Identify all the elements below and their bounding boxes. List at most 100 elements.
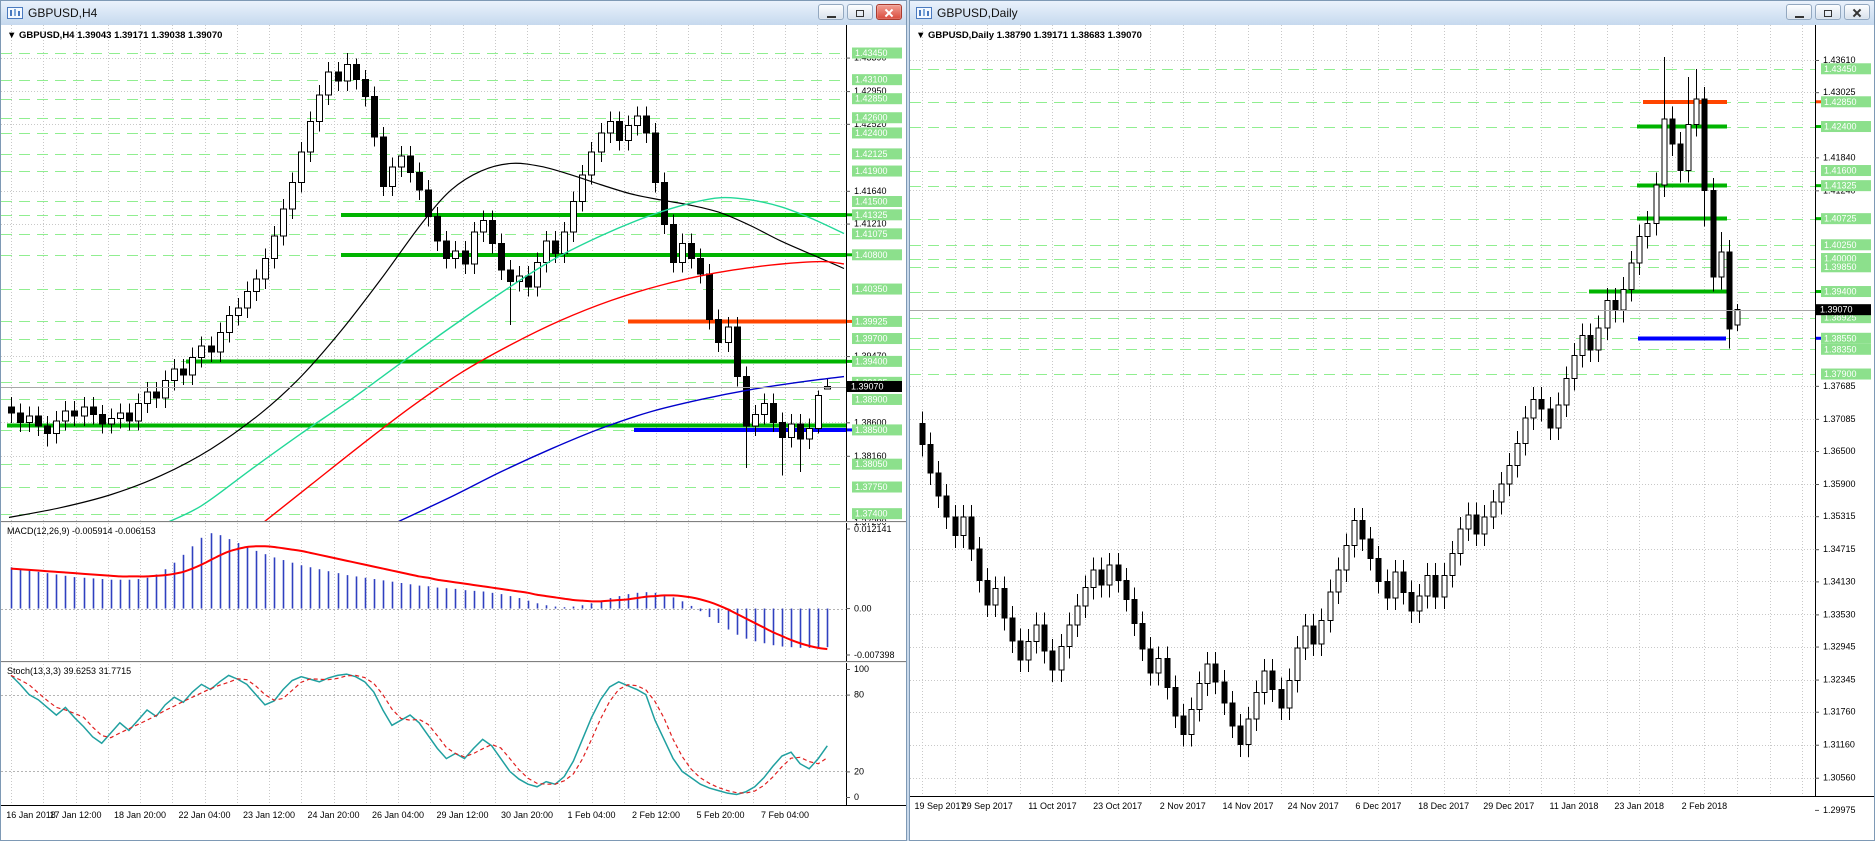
svg-text:1.38550: 1.38550 bbox=[1824, 333, 1857, 343]
svg-text:1.39850: 1.39850 bbox=[1824, 262, 1857, 272]
ohlc-readout: ▼ GBPUSD,H4 1.39043 1.39171 1.39038 1.39… bbox=[7, 30, 222, 41]
svg-text:20: 20 bbox=[854, 766, 864, 776]
svg-text:1.38900: 1.38900 bbox=[855, 394, 888, 404]
mdi-workspace: GBPUSD,H4 1.433901.429501.425201.416401.… bbox=[0, 0, 1875, 841]
svg-text:1.41840: 1.41840 bbox=[1823, 152, 1856, 162]
svg-text:1.42125: 1.42125 bbox=[855, 149, 888, 159]
chart-icon bbox=[916, 7, 932, 19]
svg-text:1 Feb 04:00: 1 Feb 04:00 bbox=[567, 810, 615, 820]
svg-text:1.35900: 1.35900 bbox=[1823, 479, 1856, 489]
svg-text:1.37685: 1.37685 bbox=[1823, 381, 1856, 391]
svg-text:1.37085: 1.37085 bbox=[1823, 414, 1856, 424]
svg-text:1.40250: 1.40250 bbox=[1824, 240, 1857, 250]
svg-text:1.39925: 1.39925 bbox=[855, 316, 888, 326]
chart-canvas-h4[interactable]: 1.433901.429501.425201.416401.412101.394… bbox=[1, 25, 906, 840]
restore-button[interactable] bbox=[847, 4, 873, 20]
svg-text:1.41500: 1.41500 bbox=[855, 196, 888, 206]
chart-window-gbpusd-h4: GBPUSD,H4 1.433901.429501.425201.416401.… bbox=[0, 0, 907, 841]
window-titlebar[interactable]: GBPUSD,Daily bbox=[910, 1, 1874, 26]
svg-text:1.33530: 1.33530 bbox=[1823, 609, 1856, 619]
svg-text:11 Jan 2018: 11 Jan 2018 bbox=[1550, 801, 1599, 811]
svg-text:2 Feb 12:00: 2 Feb 12:00 bbox=[632, 810, 680, 820]
close-icon bbox=[1852, 8, 1862, 18]
svg-text:1.40725: 1.40725 bbox=[1824, 214, 1857, 224]
svg-text:1.41325: 1.41325 bbox=[855, 210, 888, 220]
svg-text:1.38350: 1.38350 bbox=[1824, 344, 1857, 354]
chart-window-gbpusd-daily: GBPUSD,Daily 1.436101.430251.418401.4124… bbox=[909, 0, 1875, 841]
svg-text:0.00: 0.00 bbox=[854, 604, 872, 614]
svg-text:1.43450: 1.43450 bbox=[1824, 64, 1857, 74]
price-axis bbox=[1816, 25, 1874, 840]
svg-text:18 Dec 2017: 18 Dec 2017 bbox=[1418, 801, 1469, 811]
svg-text:1.40800: 1.40800 bbox=[855, 250, 888, 260]
svg-text:17 Jan 12:00: 17 Jan 12:00 bbox=[49, 810, 101, 820]
svg-text:1.32945: 1.32945 bbox=[1823, 642, 1856, 652]
svg-text:1.42400: 1.42400 bbox=[855, 128, 888, 138]
svg-text:24 Nov 2017: 24 Nov 2017 bbox=[1288, 801, 1339, 811]
svg-text:29 Sep 2017: 29 Sep 2017 bbox=[962, 801, 1013, 811]
minimize-icon bbox=[1794, 15, 1804, 18]
macd-label: MACD(12,26,9) -0.005914 -0.006153 bbox=[7, 526, 156, 536]
svg-text:1.41640: 1.41640 bbox=[854, 186, 887, 196]
chart-svg: 1.433901.429501.425201.416401.412101.394… bbox=[1, 25, 906, 840]
svg-text:16 Jan 2018: 16 Jan 2018 bbox=[6, 810, 56, 820]
svg-text:1.37400: 1.37400 bbox=[855, 509, 888, 519]
svg-text:1.34130: 1.34130 bbox=[1823, 576, 1856, 586]
svg-text:1.30560: 1.30560 bbox=[1823, 773, 1856, 783]
svg-text:2 Feb 2018: 2 Feb 2018 bbox=[1682, 801, 1728, 811]
close-icon bbox=[884, 8, 894, 18]
svg-text:2 Nov 2017: 2 Nov 2017 bbox=[1160, 801, 1206, 811]
svg-text:1.40350: 1.40350 bbox=[855, 284, 888, 294]
svg-text:29 Dec 2017: 29 Dec 2017 bbox=[1483, 801, 1534, 811]
svg-text:29 Jan 12:00: 29 Jan 12:00 bbox=[436, 810, 488, 820]
svg-text:1.39400: 1.39400 bbox=[1824, 287, 1857, 297]
svg-text:80: 80 bbox=[854, 690, 864, 700]
svg-text:1.38050: 1.38050 bbox=[855, 459, 888, 469]
minimize-button[interactable] bbox=[818, 4, 844, 20]
window-titlebar[interactable]: GBPUSD,H4 bbox=[1, 1, 906, 26]
svg-text:18 Jan 20:00: 18 Jan 20:00 bbox=[114, 810, 166, 820]
svg-text:-0.007398: -0.007398 bbox=[854, 650, 895, 660]
chart-svg: 1.436101.430251.418401.412401.376851.370… bbox=[910, 25, 1874, 840]
svg-text:1.39400: 1.39400 bbox=[855, 356, 888, 366]
svg-text:1.34715: 1.34715 bbox=[1823, 544, 1856, 554]
svg-text:26 Jan 04:00: 26 Jan 04:00 bbox=[372, 810, 424, 820]
svg-text:11 Oct 2017: 11 Oct 2017 bbox=[1028, 801, 1076, 811]
close-button[interactable] bbox=[876, 4, 902, 20]
svg-text:24 Jan 20:00: 24 Jan 20:00 bbox=[307, 810, 359, 820]
svg-text:1.43450: 1.43450 bbox=[855, 48, 888, 58]
svg-text:1.41075: 1.41075 bbox=[855, 229, 888, 239]
svg-text:1.31160: 1.31160 bbox=[1823, 740, 1855, 750]
close-button[interactable] bbox=[1844, 4, 1870, 20]
svg-text:23 Jan 2018: 23 Jan 2018 bbox=[1614, 801, 1664, 811]
chart-canvas-daily[interactable]: 1.436101.430251.418401.412401.376851.370… bbox=[910, 25, 1874, 840]
svg-text:19 Sep 2017: 19 Sep 2017 bbox=[914, 801, 965, 811]
chart-icon bbox=[7, 7, 23, 19]
svg-text:100: 100 bbox=[854, 664, 869, 674]
svg-text:23 Oct 2017: 23 Oct 2017 bbox=[1093, 801, 1142, 811]
window-title: GBPUSD,Daily bbox=[937, 6, 1018, 20]
svg-text:1.39070: 1.39070 bbox=[851, 382, 884, 392]
minimize-button[interactable] bbox=[1786, 4, 1812, 20]
svg-text:1.31760: 1.31760 bbox=[1823, 707, 1856, 717]
svg-text:6 Dec 2017: 6 Dec 2017 bbox=[1355, 801, 1401, 811]
svg-text:1.35315: 1.35315 bbox=[1823, 511, 1856, 521]
svg-text:1.42850: 1.42850 bbox=[1824, 97, 1857, 107]
svg-text:30 Jan 20:00: 30 Jan 20:00 bbox=[501, 810, 553, 820]
svg-text:14 Nov 2017: 14 Nov 2017 bbox=[1222, 801, 1273, 811]
svg-text:1.43100: 1.43100 bbox=[855, 75, 888, 85]
svg-text:1.37900: 1.37900 bbox=[1824, 369, 1857, 379]
svg-text:0: 0 bbox=[854, 792, 859, 802]
svg-text:1.42850: 1.42850 bbox=[855, 94, 888, 104]
svg-text:1.41900: 1.41900 bbox=[855, 166, 888, 176]
restore-button[interactable] bbox=[1815, 4, 1841, 20]
svg-text:1.43025: 1.43025 bbox=[1823, 87, 1856, 97]
svg-text:1.41325: 1.41325 bbox=[1824, 181, 1857, 191]
svg-text:1.41600: 1.41600 bbox=[1824, 166, 1857, 176]
restore-icon bbox=[1824, 10, 1832, 17]
svg-text:23 Jan 12:00: 23 Jan 12:00 bbox=[243, 810, 295, 820]
svg-text:1.38500: 1.38500 bbox=[855, 425, 888, 435]
svg-text:5 Feb 20:00: 5 Feb 20:00 bbox=[696, 810, 744, 820]
window-title: GBPUSD,H4 bbox=[28, 6, 98, 20]
svg-text:1.39700: 1.39700 bbox=[855, 334, 888, 344]
